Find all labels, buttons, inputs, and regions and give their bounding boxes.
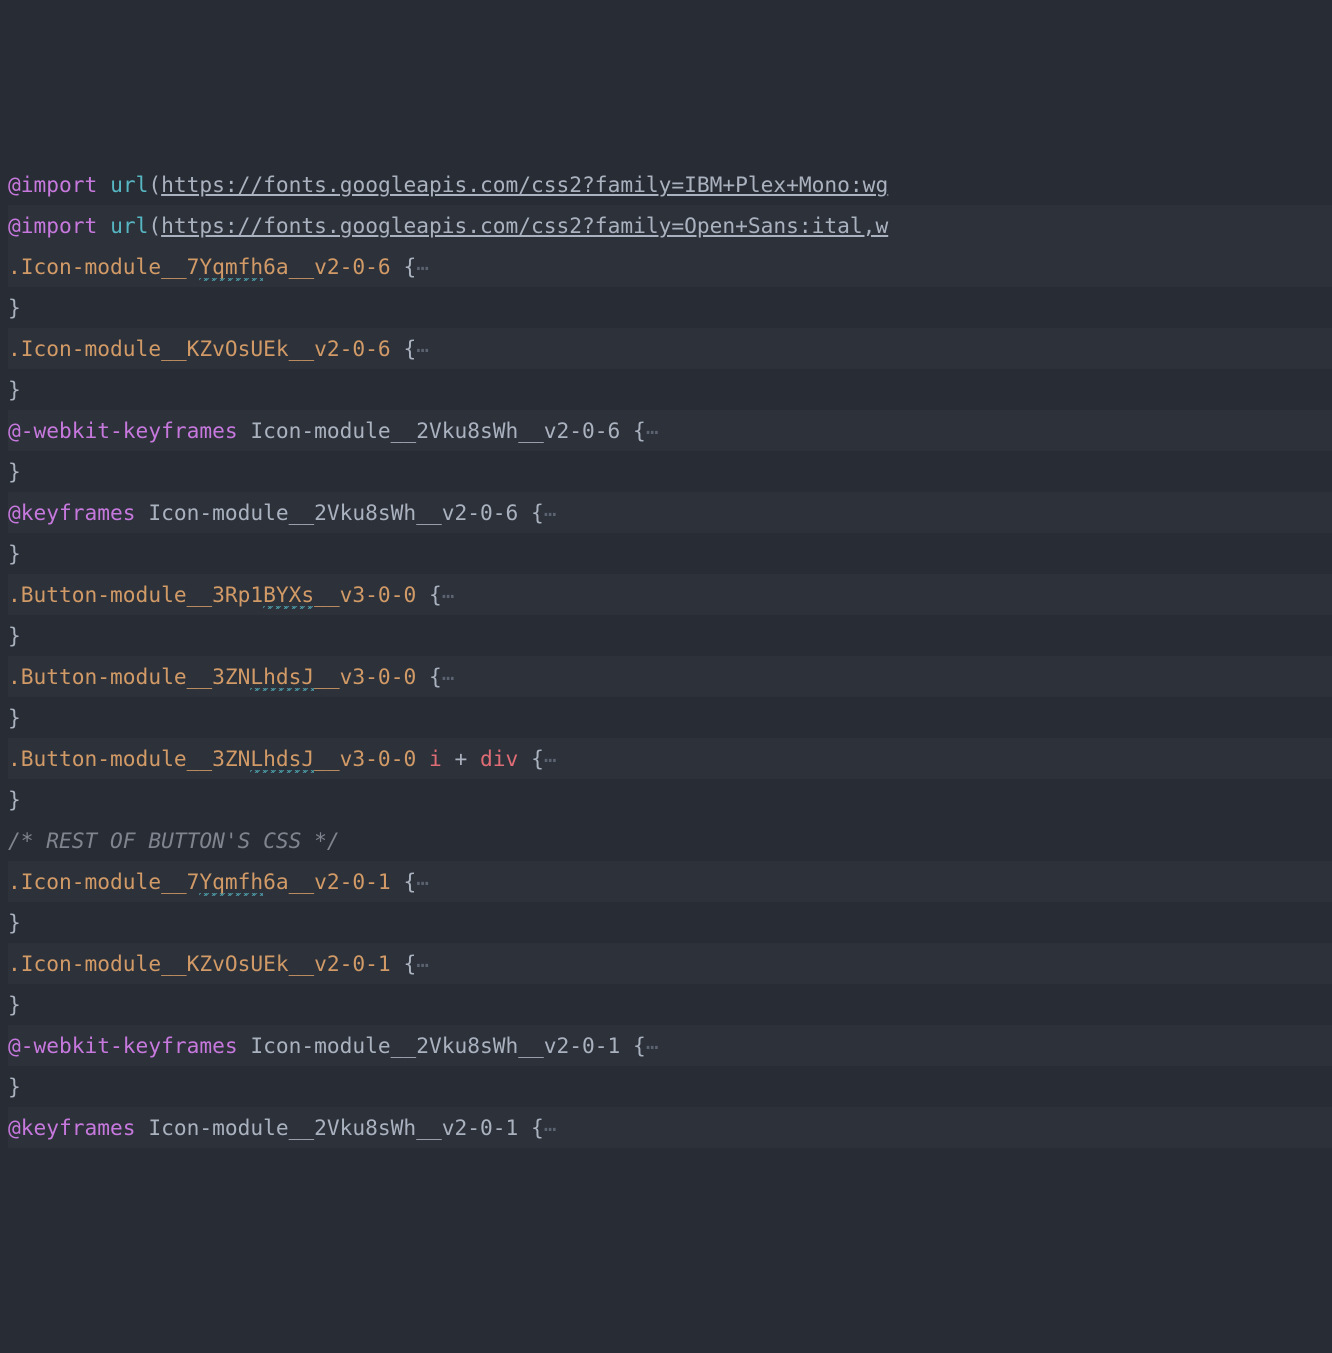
fold-ellipsis-icon[interactable]: ⋯ [416,952,429,977]
code-token [97,172,110,197]
code-token: } [8,787,21,812]
selector-token: Yqmfh [199,869,263,896]
selector-token: .Button-module__3ZN [8,746,250,771]
code-line[interactable]: /* REST OF BUTTON'S CSS */ [8,820,1332,861]
fold-ellipsis-icon[interactable]: ⋯ [646,1034,659,1059]
code-line[interactable]: } [8,615,1332,656]
selector-token: __v3-0-0 [314,582,416,607]
code-token: Icon-module__2Vku8sWh__v2-0-1 [238,1033,633,1058]
code-line[interactable]: .Icon-module__7Yqmfh6a__v2-0-6 {⋯ [8,246,1332,287]
code-token: } [8,541,21,566]
code-token: Icon-module__2Vku8sWh__v2-0-6 [136,500,531,525]
code-line[interactable]: } [8,1066,1332,1107]
code-line[interactable]: @import url(https://fonts.googleapis.com… [8,164,1332,205]
fold-ellipsis-icon[interactable]: ⋯ [646,419,659,444]
selector-token: .Icon-module__KZvOsUEk__v2-0-1 [8,951,391,976]
code-token: } [8,459,21,484]
fold-ellipsis-icon[interactable]: ⋯ [544,747,557,772]
code-line[interactable]: @keyframes Icon-module__2Vku8sWh__v2-0-1… [8,1107,1332,1148]
at-rule-keyword: @import [8,213,97,238]
code-line[interactable]: @import url(https://fonts.googleapis.com… [8,205,1332,246]
tag-selector-token: div [480,746,518,771]
selector-token: .Button-module__3Rp1 [8,582,263,607]
code-token: { [531,1115,544,1140]
code-token: { [633,1033,646,1058]
selector-token: Yqmfh [199,254,263,281]
code-token: Icon-module__2Vku8sWh__v2-0-1 [136,1115,531,1140]
code-line[interactable]: @-webkit-keyframes Icon-module__2Vku8sWh… [8,1025,1332,1066]
code-token: { [416,582,442,607]
fold-ellipsis-icon[interactable]: ⋯ [544,1116,557,1141]
code-token: { [391,951,417,976]
code-token: { [416,664,442,689]
selector-token: 6a__v2-0-1 [263,869,391,894]
selector-token: 6a__v2-0-6 [263,254,391,279]
code-token [467,746,480,771]
at-rule-keyword: @keyframes [8,1115,136,1140]
code-token: { [531,500,544,525]
code-token: { [391,254,417,279]
code-token: } [8,992,21,1017]
code-line[interactable]: } [8,369,1332,410]
fold-ellipsis-icon[interactable]: ⋯ [416,870,429,895]
code-token: ( [148,213,161,238]
code-token: } [8,377,21,402]
code-token: ( [148,172,161,197]
url-literal: https://fonts.googleapis.com/css2?family… [161,213,888,238]
at-rule-keyword: @keyframes [8,500,136,525]
code-line[interactable]: } [8,287,1332,328]
code-token [442,746,455,771]
function-name: url [110,172,148,197]
fold-ellipsis-icon[interactable]: ⋯ [442,583,455,608]
fold-ellipsis-icon[interactable]: ⋯ [544,501,557,526]
code-line[interactable]: } [8,902,1332,943]
code-line[interactable]: .Button-module__3ZNLhdsJ__v3-0-0 i + div… [8,738,1332,779]
code-token: } [8,623,21,648]
selector-token: BYXs [263,582,314,609]
code-token: { [633,418,646,443]
code-line[interactable]: } [8,697,1332,738]
selector-token: LhdsJ [250,664,314,691]
selector-token: .Icon-module__7 [8,254,199,279]
selector-token: __v3-0-0 [314,746,416,771]
code-token: Icon-module__2Vku8sWh__v2-0-6 [238,418,633,443]
at-rule-keyword: @-webkit-keyframes [8,418,238,443]
code-token: } [8,295,21,320]
code-line[interactable]: .Icon-module__7Yqmfh6a__v2-0-1 {⋯ [8,861,1332,902]
code-line[interactable]: @-webkit-keyframes Icon-module__2Vku8sWh… [8,410,1332,451]
code-line[interactable]: } [8,533,1332,574]
fold-ellipsis-icon[interactable]: ⋯ [416,337,429,362]
function-name: url [110,213,148,238]
code-token: + [455,746,468,771]
fold-ellipsis-icon[interactable]: ⋯ [416,255,429,280]
code-line[interactable]: .Button-module__3ZNLhdsJ__v3-0-0 {⋯ [8,656,1332,697]
code-line[interactable]: @keyframes Icon-module__2Vku8sWh__v2-0-6… [8,492,1332,533]
selector-token: LhdsJ [250,746,314,773]
code-token: } [8,1074,21,1099]
code-editor[interactable]: @import url(https://fonts.googleapis.com… [0,164,1332,1148]
at-rule-keyword: @import [8,172,97,197]
selector-token: .Icon-module__7 [8,869,199,894]
code-token: { [391,336,417,361]
code-token: } [8,705,21,730]
url-literal: https://fonts.googleapis.com/css2?family… [161,172,888,197]
code-token [97,213,110,238]
code-line[interactable]: } [8,451,1332,492]
code-token: { [518,746,544,771]
selector-token: .Button-module__3ZN [8,664,250,689]
comment-token: /* REST OF BUTTON'S CSS */ [8,828,340,853]
at-rule-keyword: @-webkit-keyframes [8,1033,238,1058]
code-line[interactable]: } [8,984,1332,1025]
selector-token: __v3-0-0 [314,664,416,689]
code-line[interactable]: .Icon-module__KZvOsUEk__v2-0-1 {⋯ [8,943,1332,984]
code-token: { [391,869,417,894]
code-line[interactable]: .Button-module__3Rp1BYXs__v3-0-0 {⋯ [8,574,1332,615]
fold-ellipsis-icon[interactable]: ⋯ [442,665,455,690]
selector-token: .Icon-module__KZvOsUEk__v2-0-6 [8,336,391,361]
code-token [416,746,429,771]
code-token: } [8,910,21,935]
tag-selector-token: i [429,746,442,771]
code-line[interactable]: } [8,779,1332,820]
code-line[interactable]: .Icon-module__KZvOsUEk__v2-0-6 {⋯ [8,328,1332,369]
